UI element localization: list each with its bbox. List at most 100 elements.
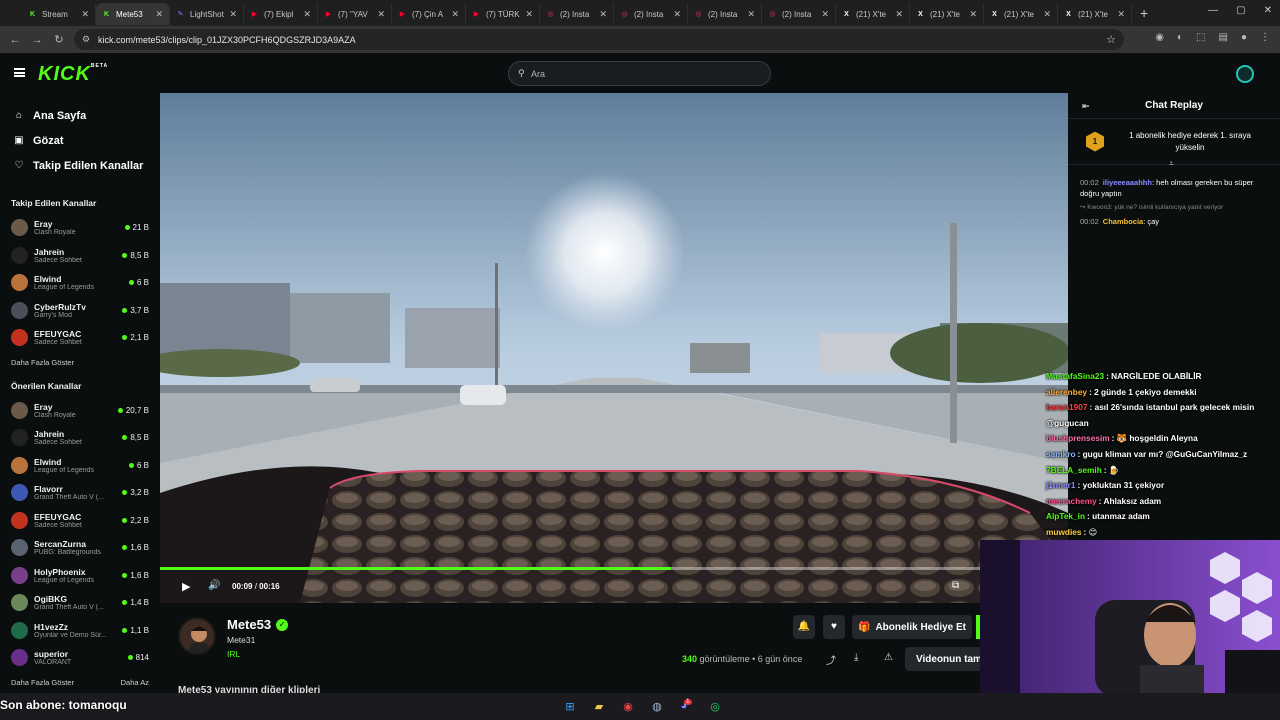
sidepanel-icon[interactable]: ▤ xyxy=(1219,32,1228,43)
close-tab-icon[interactable]: ✕ xyxy=(451,9,459,20)
bookmark-star-icon[interactable]: ☆ xyxy=(1106,33,1116,46)
chrome-icon[interactable]: ◉ xyxy=(618,696,638,716)
full-video-button[interactable]: Videonun tam xyxy=(905,647,983,671)
browser-tab[interactable]: K Mete53 ✕ xyxy=(96,3,170,25)
steam-icon[interactable]: ◍ xyxy=(647,696,667,716)
followed-show-more[interactable]: Daha Fazla Göster xyxy=(0,358,160,367)
site-info-icon[interactable]: ⚙ xyxy=(82,34,90,45)
sidebar-channel[interactable]: EFEUYGAC Sadece Sohbet 2,1 B xyxy=(0,324,160,352)
sidebar-channel[interactable]: SercanZurna PUBG: Battlegrounds 1,6 B xyxy=(0,534,160,562)
collapse-chat-icon[interactable]: ⇤ xyxy=(1082,101,1090,112)
close-tab-icon[interactable]: ✕ xyxy=(303,9,311,20)
notification-bell-icon[interactable]: 🔔 xyxy=(793,615,815,639)
close-tab-icon[interactable]: ✕ xyxy=(1043,9,1051,20)
sidebar-channel[interactable]: HolyPhoenix League of Legends 1,6 B xyxy=(0,562,160,590)
maximize-icon[interactable]: ▢ xyxy=(1236,5,1245,16)
recommended-show-less[interactable]: Daha Az xyxy=(121,678,149,687)
close-tab-icon[interactable]: ✕ xyxy=(81,9,89,20)
close-tab-icon[interactable]: ✕ xyxy=(229,9,237,20)
sidebar-channel[interactable]: Flavorr Grand Theft Auto V (... 3,2 B xyxy=(0,479,160,507)
clip-creator[interactable]: Mete31 xyxy=(227,635,255,645)
nav-item[interactable]: ▣ Gözat xyxy=(12,128,160,153)
chat-username[interactable]: iliyeeeaaahhh xyxy=(1103,178,1152,187)
folder-icon[interactable]: ▰ xyxy=(589,696,609,716)
browser-tab[interactable]: ◎ (2) Insta ✕ xyxy=(688,3,762,25)
extensions-puzzle-icon[interactable]: ⬚ xyxy=(1196,32,1205,43)
sidebar-channel[interactable]: Eray Clash Royale 21 B xyxy=(0,214,160,242)
minimize-icon[interactable]: — xyxy=(1208,5,1218,16)
sidebar-channel[interactable]: Jahrein Sadece Sohbet 8,5 B xyxy=(0,242,160,270)
channel-name[interactable]: Mete53 xyxy=(227,617,271,632)
sidebar-channel[interactable]: H1vezZz Oyunlar ve Demo Sür... 1,1 B xyxy=(0,617,160,645)
reload-icon[interactable]: ↻ xyxy=(48,33,70,46)
nav-label: Takip Edilen Kanallar xyxy=(33,159,144,172)
pip-icon[interactable]: ⧉ xyxy=(952,580,959,591)
extension-icon[interactable]: ◐ xyxy=(1177,32,1183,43)
sidebar-channel[interactable]: Eray Clash Royale 20,7 B xyxy=(0,397,160,425)
windows-icon[interactable]: ⊞ xyxy=(560,696,580,716)
category-link[interactable]: IRL xyxy=(227,649,240,659)
progress-bar[interactable] xyxy=(160,567,1068,570)
video-player[interactable]: ▶ 🔊 00:09 / 00:16 ⧉ xyxy=(160,93,1068,603)
browser-tab[interactable]: X (21) X'te ✕ xyxy=(984,3,1058,25)
browser-tab[interactable]: X (21) X'te ✕ xyxy=(836,3,910,25)
browser-tab[interactable]: ▶ (7) "YAV ✕ xyxy=(318,3,392,25)
new-tab-icon[interactable]: + xyxy=(1140,5,1148,21)
gift-sub-button[interactable]: 🎁 Abonelik Hediye Et xyxy=(852,615,972,639)
volume-icon[interactable]: 🔊 xyxy=(208,580,220,591)
close-tab-icon[interactable]: ✕ xyxy=(1117,9,1125,20)
menu-icon[interactable] xyxy=(14,68,25,77)
close-tab-icon[interactable]: ✕ xyxy=(821,9,829,20)
browser-tab[interactable]: X (21) X'te ✕ xyxy=(1058,3,1132,25)
nav-item[interactable]: ♡ Takip Edilen Kanallar xyxy=(12,153,160,178)
browser-tab[interactable]: ◎ (2) Insta ✕ xyxy=(540,3,614,25)
chat-username[interactable]: Chambocia xyxy=(1103,217,1143,226)
expand-goal-icon[interactable]: ⩡ xyxy=(1169,159,1174,169)
close-tab-icon[interactable]: ✕ xyxy=(599,9,607,20)
channel-info: Elwind League of Legends xyxy=(34,274,129,291)
close-tab-icon[interactable]: ✕ xyxy=(969,9,977,20)
channel-avatar[interactable] xyxy=(178,617,216,655)
browser-tab[interactable]: ✎ LightShot ✕ xyxy=(170,3,244,25)
browser-tab[interactable]: K Stream ✕ xyxy=(22,3,96,25)
report-icon[interactable]: ⚠ xyxy=(884,652,893,663)
profile-icon[interactable]: ● xyxy=(1241,32,1247,43)
close-tab-icon[interactable]: ✕ xyxy=(895,9,903,20)
close-tab-icon[interactable]: ✕ xyxy=(377,9,385,20)
sidebar-channel[interactable]: Jahrein Sadece Sohbet 8,5 B xyxy=(0,424,160,452)
download-icon[interactable]: ⤓ xyxy=(854,652,858,663)
sidebar-channel[interactable]: Elwind League of Legends 6 B xyxy=(0,452,160,480)
recommended-show-more[interactable]: Daha Fazla Göster xyxy=(11,678,74,687)
sidebar-channel[interactable]: CyberRulzTv Garry's Mod 3,7 B xyxy=(0,297,160,325)
viewer-count: 6 B xyxy=(128,461,149,470)
browser-tab[interactable]: ◎ (2) Insta ✕ xyxy=(614,3,688,25)
browser-tab[interactable]: ▶ (7) TÜRK ✕ xyxy=(466,3,540,25)
nav-item[interactable]: ⌂ Ana Sayfa xyxy=(12,103,160,128)
sidebar-channel[interactable]: Elwind League of Legends 6 B xyxy=(0,269,160,297)
close-tab-icon[interactable]: ✕ xyxy=(673,9,681,20)
menu-dots-icon[interactable]: ⋮ xyxy=(1260,32,1270,43)
kick-logo[interactable]: KICKBETA xyxy=(38,63,108,86)
forward-icon[interactable]: → xyxy=(26,34,48,46)
user-avatar[interactable] xyxy=(1236,65,1254,83)
extension-icon[interactable]: ◉ xyxy=(1155,32,1164,43)
close-window-icon[interactable]: ✕ xyxy=(1264,5,1272,16)
back-icon[interactable]: ← xyxy=(4,34,26,46)
discord-icon[interactable]: ◕ 1 xyxy=(676,696,696,716)
sidebar-channel[interactable]: OgiBKG Grand Theft Auto V (... 1,4 B xyxy=(0,589,160,617)
play-icon[interactable]: ▶ xyxy=(182,580,190,593)
share-icon[interactable]: ⤴ xyxy=(826,652,836,667)
sidebar-channel[interactable]: EFEUYGAC Sadece Sohbet 2,2 B xyxy=(0,507,160,535)
spotify-icon[interactable]: ◎ xyxy=(705,696,725,716)
browser-tab[interactable]: ▶ (7) Çin A ✕ xyxy=(392,3,466,25)
close-tab-icon[interactable]: ✕ xyxy=(525,9,533,20)
browser-tab[interactable]: ▶ (7) Ekipl ✕ xyxy=(244,3,318,25)
browser-tab[interactable]: ◎ (2) Insta ✕ xyxy=(762,3,836,25)
follow-heart-icon[interactable]: ♥ xyxy=(823,615,845,639)
close-tab-icon[interactable]: ✕ xyxy=(155,9,163,20)
search-input[interactable]: ⚲ Ara xyxy=(508,61,771,86)
browser-tab[interactable]: X (21) X'te ✕ xyxy=(910,3,984,25)
url-field[interactable]: ⚙ kick.com/mete53/clips/clip_01JZX30PCFH… xyxy=(74,29,1124,50)
sidebar-channel[interactable]: superior VALORANT 814 xyxy=(0,644,160,672)
close-tab-icon[interactable]: ✕ xyxy=(747,9,755,20)
